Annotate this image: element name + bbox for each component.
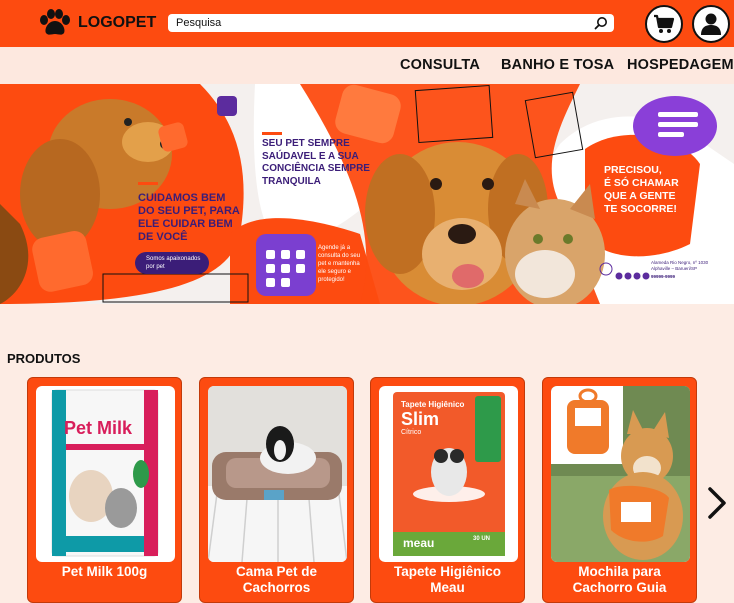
pet-milk-label: Pet Milk [64,418,133,438]
search-icon[interactable] [594,16,608,30]
banner-agende-line: Agende já a [318,245,351,251]
cart-button[interactable] [645,5,683,43]
product-card[interactable]: Mochila para Cachorro Guia [542,377,697,603]
main-nav: CONSULTA BANHO E TOSA HOSPEDAGEM [0,47,734,84]
banner-headline-line: ELE CUIDAR BEM [138,218,233,230]
dog-backpack-image [551,386,690,562]
dog-bed-image [208,386,347,562]
banner-center-text: SEU PET SEMPRE SAÚDAVEL E A SUA CONCIÊNC… [262,138,370,188]
search-input[interactable] [168,15,588,31]
product-name: Pet Milk 100g [61,564,148,579]
product-image-pet-milk: Pet Milk [36,386,175,562]
banner-right-line: TE SOCORRE! [604,203,677,215]
banner-address: Alameda Rio Negro, nº 1030 Alphaville – … [651,260,708,280]
banner-pill-line: Somos apaixonados [146,256,201,262]
banner-center-line: CONCIÊNCIA SEMPRE [262,163,370,174]
nav-item-hospedagem[interactable]: HOSPEDAGEM [627,57,734,73]
product-image-tapete: Tapete Higiênico Slim Cítrico meau 30 UN [379,386,518,562]
banner-agende-line: protegido! [318,277,345,283]
banner-agende-line: pet e mantenha [318,261,360,267]
banner-center-line: SAÚDAVEL E A SUA [262,150,359,162]
banner-agende-line: consulta do seu [318,253,361,259]
banner-agende-line: ele seguro e [318,269,352,275]
header-bar: LOGOPET [0,0,734,47]
banner-center-line: TRANQUILA [262,175,321,187]
carousel-next-arrow-icon[interactable] [704,485,728,521]
product-name: Cama Pet de Cachorros [235,564,318,595]
banner-agende-text: Agende já a consulta do seu pet e manten… [318,244,360,284]
nav-item-banho-e-tosa[interactable]: BANHO E TOSA [501,57,614,73]
banner-pill: Somos apaixonados por pet [146,255,200,271]
search-bar [168,14,614,32]
tapete-label-line: Slim [401,409,440,429]
tapete-brand: meau [403,536,435,550]
banner-right-line: PRECISOU, [604,164,662,176]
cart-icon [654,14,675,33]
paw-logo-icon [40,9,70,35]
logo-text: LOGOPET [78,14,157,31]
product-image-cama [208,386,347,562]
product-card[interactable]: Pet Milk Pet Milk 100g [27,377,182,603]
tapete-label: Tapete Higiênico Slim Cítrico [401,400,464,436]
banner-right-text: PRECISOU, É SÓ CHAMAR QUE A GENTE TE SOC… [604,164,679,216]
banner-headline-line: DE VOCÊ [138,231,188,243]
pet-milk-package-image [51,389,159,557]
tapete-count: 30 UN [473,536,491,542]
product-card[interactable]: Tapete Higiênico Slim Cítrico meau 30 UN… [370,377,525,603]
banner-address-line: Alphaville – Barueri/SP [651,266,698,271]
user-account-button[interactable] [692,5,730,43]
nav-item-consulta[interactable]: CONSULTA [400,57,480,73]
tapete-label-line: Cítrico [401,429,422,436]
product-card[interactable]: Cama Pet de Cachorros [199,377,354,603]
products-title: PRODUTOS [7,351,81,366]
banner-pill-line: por pet [146,264,165,270]
user-icon [701,13,721,35]
banner-headline-line: CUIDAMOS BEM [138,192,226,204]
product-name: Tapete Higiênico Meau [393,564,502,595]
tapete-label-line: Tapete Higiênico [401,400,465,409]
banner-right-line: QUE A GENTE [604,190,676,202]
banner-headline-line: DO SEU PET, PARA [138,205,240,217]
hero-banner[interactable]: CUIDAMOS BEM DO SEU PET, PARA ELE CUIDAR… [0,84,734,304]
product-name: Mochila para Cachorro Guia [572,564,667,595]
banner-phone: 99999-9999 [651,274,676,279]
product-image-mochila [551,386,690,562]
banner-center-line: SEU PET SEMPRE [262,138,350,149]
banner-right-line: É SÓ CHAMAR [604,177,679,189]
logo[interactable]: LOGOPET [38,9,156,37]
banner-headline: CUIDAMOS BEM DO SEU PET, PARA ELE CUIDAR… [138,192,240,244]
